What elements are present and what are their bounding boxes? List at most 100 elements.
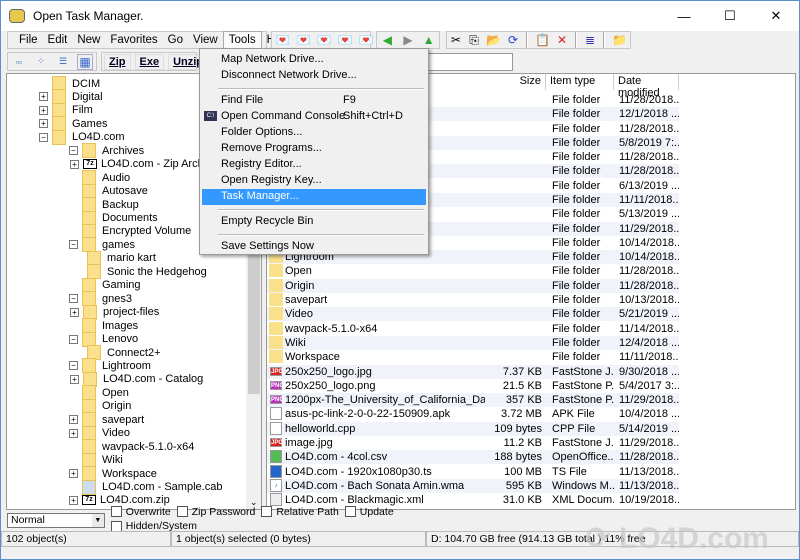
close-button[interactable]: ✕ [753,1,799,31]
delete-icon[interactable]: ✕ [556,32,568,48]
menu-file[interactable]: File [14,32,43,48]
checkbox-box[interactable] [261,506,273,517]
expand-icon[interactable]: + [70,307,79,317]
file-row[interactable]: JPG 250x250_logo.jpg 7.37 KB FastStone J...… [267,364,679,379]
file-row[interactable]: LO4D.com - 1920x1080p30.ts 100 MB TS File 1… [267,464,679,479]
properties-icon[interactable]: ≣ [584,32,596,48]
file-row[interactable]: Open File folder 11/28/2018... [267,264,679,278]
tree-item[interactable]: + Video [69,425,130,441]
new-folder-icon[interactable]: 📁 [612,32,627,48]
menu-item-open-command-console[interactable]: C:\ Open Command Console Shift+Ctrl+D [202,109,426,125]
expand-icon[interactable]: + [69,428,78,438]
expand-icon[interactable]: + [39,119,48,129]
file-row[interactable]: PNG 1200px-The_University_of_California_D… [267,393,679,408]
tree-item[interactable]: mario kart [87,250,156,266]
file-row[interactable]: Workspace File folder 11/11/2018... [267,350,679,364]
tree-item[interactable]: Sonic the Hedgehog [87,264,207,280]
file-row[interactable]: Wiki File folder 12/4/2018 ... [267,335,679,350]
column-header-date-modified[interactable]: Date modified [614,74,679,99]
tree-item[interactable]: wavpack-5.1.0-x64 [69,439,194,455]
menu-item-disconnect-network-drive[interactable]: Disconnect Network Drive... [202,68,426,84]
checkbox-zip-password[interactable]: Zip Password [176,506,255,518]
tree-item[interactable]: Encrypted Volume [69,223,191,239]
checkbox-box[interactable] [176,506,188,517]
tree-item[interactable]: +7z LO4D.com - Zip Archive [70,158,218,171]
tree-item[interactable]: Wiki [69,452,123,468]
refresh-icon[interactable]: ⟳ [507,32,519,48]
tree-item[interactable]: − Lenovo [69,331,138,347]
menu-item-registry-editor[interactable]: Registry Editor... [202,157,426,173]
exe-button[interactable]: Exe [134,53,165,70]
favorite-4-icon[interactable]: 💌 [338,32,353,48]
expand-icon[interactable]: + [39,92,48,102]
tree-item[interactable]: + savepart [69,412,144,428]
favorite-1-icon[interactable]: 💌 [275,32,290,48]
menu-tools[interactable]: Tools [222,31,262,49]
file-row[interactable]: PNG 250x250_logo.png 21.5 KB FastStone P...… [267,379,679,393]
maximize-button[interactable]: ☐ [707,1,753,31]
column-header-size[interactable]: Size [422,74,546,90]
menu-item-empty-recycle-bin[interactable]: Empty Recycle Bin [202,214,426,230]
collapse-icon[interactable]: − [69,240,78,250]
file-row[interactable]: ♪ LO4D.com - Bach Sonata Amin.wma 595 KB Wi… [267,478,679,493]
menu-new[interactable]: New [72,32,105,48]
file-row[interactable]: asus-pc-link-2-0-0-22-150909.apk 3.72 MB A… [267,407,679,421]
expand-icon[interactable]: + [70,374,79,384]
tree-item[interactable]: + Games [39,116,107,132]
favorite-3-icon[interactable]: 💌 [317,32,332,48]
collapse-icon[interactable]: − [69,146,78,156]
tree-item[interactable]: Audio [69,170,130,186]
file-row[interactable]: JPG image.jpg 11.2 KB FastStone J... 11/29/2… [267,436,679,450]
cut-icon[interactable]: ✂ [450,32,462,48]
menu-item-remove-programs[interactable]: Remove Programs... [202,141,426,157]
menu-item-folder-options[interactable]: Folder Options... [202,125,426,141]
checkbox-relative-path[interactable]: Relative Path [261,506,339,518]
tree-item[interactable]: Images [69,318,138,334]
collapse-icon[interactable]: − [69,294,78,304]
menu-view[interactable]: View [188,32,223,48]
menu-item-open-registry-key[interactable]: Open Registry Key... [202,173,426,189]
collapse-icon[interactable]: − [69,334,78,344]
menu-edit[interactable]: Edit [43,32,73,48]
address-input[interactable] [428,53,513,71]
mode-select[interactable]: Normal ▼ [7,512,105,528]
column-header-item-type[interactable]: Item type [546,74,614,90]
expand-icon[interactable]: + [69,415,78,425]
tree-item[interactable]: DCIM [39,76,100,91]
list-view-icon[interactable]: ☰ [55,54,71,70]
large-icons-view-icon[interactable]: ▫▫ [11,54,27,70]
back-icon[interactable]: ◀ [380,32,395,48]
tree-item[interactable]: − Archives [69,143,144,159]
menu-go[interactable]: Go [163,32,188,48]
tree-item[interactable]: + project-files [70,304,159,320]
tree-item[interactable]: LO4D.com - Sample.cab [69,479,222,495]
file-row[interactable]: savepart File folder 10/13/2018... [267,293,679,307]
tree-item[interactable]: Autosave [69,183,148,199]
collapse-icon[interactable]: − [39,132,48,142]
checkbox-box[interactable] [110,520,122,532]
favorite-5-icon[interactable]: 💌 [359,32,374,48]
checkbox-box[interactable] [110,506,122,517]
tree-item[interactable]: Backup [69,197,139,213]
tree-item[interactable]: Origin [69,398,131,414]
zip-button[interactable]: Zip [104,53,131,70]
paste-icon[interactable]: 📋 [535,32,550,48]
tree-item[interactable]: + Workspace [69,466,157,482]
tree-item[interactable]: Connect2+ [87,345,161,360]
tree-item[interactable]: + Film [39,102,93,118]
file-row[interactable]: helloworld.cpp 109 bytes CPP File 5/14/2019… [267,421,679,436]
collapse-icon[interactable]: − [69,361,78,371]
copy-icon[interactable]: ⎘ [468,32,480,48]
menu-item-find-file[interactable]: Find File F9 [202,93,426,109]
tree-item[interactable]: − games [69,237,135,253]
forward-icon[interactable]: ▶ [401,32,416,48]
checkbox-box[interactable] [344,506,356,517]
expand-icon[interactable]: + [69,495,78,505]
small-icons-view-icon[interactable]: ⁘ [33,54,49,70]
tree-item[interactable]: − gnes3 [69,291,132,307]
details-view-icon[interactable]: ▦ [77,53,93,70]
move-to-folder-icon[interactable]: 📂 [486,32,501,48]
tree-item[interactable]: + LO4D.com - Catalog [70,371,203,387]
expand-icon[interactable]: + [70,159,79,169]
file-row[interactable]: wavpack-5.1.0-x64 File folder 11/14/2018..… [267,321,679,336]
